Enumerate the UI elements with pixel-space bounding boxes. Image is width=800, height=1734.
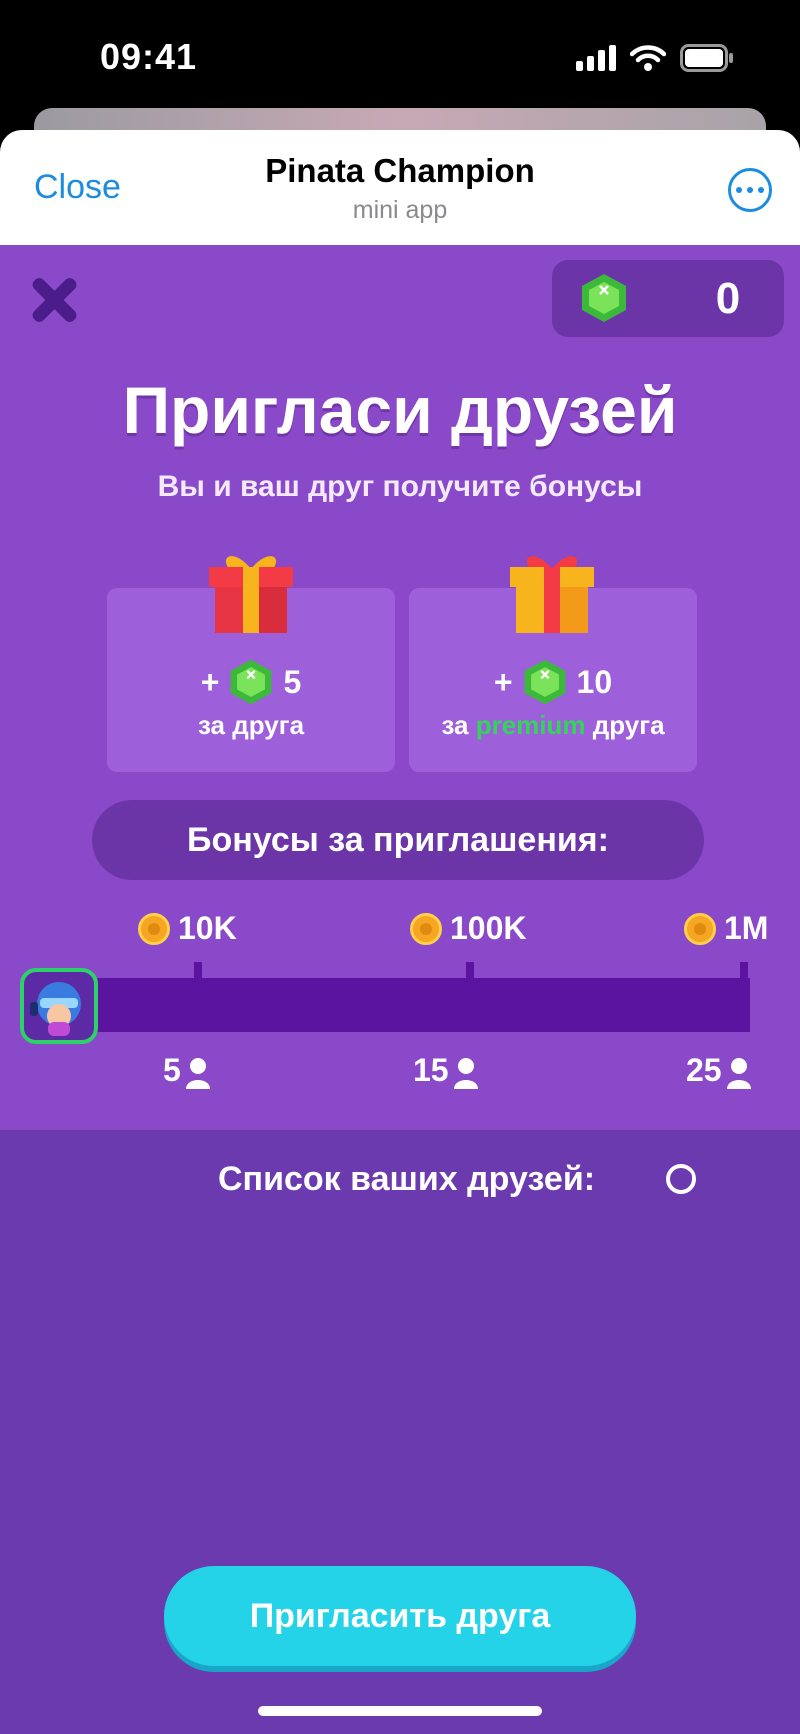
gem-balance: 0 xyxy=(552,260,784,337)
reward-line: + 10 xyxy=(409,656,697,708)
reward-amount: 5 xyxy=(283,663,302,700)
page-subtitle: Вы и ваш друг получите бонусы xyxy=(157,470,643,503)
caption-suffix: друга xyxy=(592,710,665,740)
person-icon xyxy=(453,1058,478,1089)
friend-count-value: 25 xyxy=(686,1052,722,1088)
caption-prefix: за xyxy=(441,710,469,740)
invite-friend-button[interactable]: Пригласить друга xyxy=(164,1566,636,1666)
gift-icon xyxy=(510,556,594,633)
reward-caption: за premium друга xyxy=(409,710,697,741)
wifi-icon xyxy=(630,45,666,71)
cellular-signal-icon xyxy=(576,45,616,71)
friend-count-value: 5 xyxy=(163,1052,181,1088)
app-subtitle: mini app xyxy=(352,196,448,224)
coin-icon xyxy=(684,912,716,945)
milestone-reward-value: 100K xyxy=(450,910,527,946)
milestone-friends-2: 15 xyxy=(413,1052,479,1089)
invite-bonuses-header: Бонусы за приглашения: xyxy=(92,800,704,880)
plus-sign: + xyxy=(200,663,220,700)
gem-icon xyxy=(524,659,565,705)
battery-icon xyxy=(680,44,733,72)
gem-icon xyxy=(231,659,272,705)
person-icon xyxy=(185,1058,210,1089)
gem-icon xyxy=(582,274,626,322)
status-icons xyxy=(576,44,734,72)
status-bar: 09:41 xyxy=(0,0,800,118)
person-icon xyxy=(726,1058,751,1089)
plus-sign: + xyxy=(493,663,513,700)
friend-count-value: 15 xyxy=(413,1052,449,1088)
invite-progress-bar xyxy=(92,978,750,1032)
mini-app-header: Close Pinata Champion mini app xyxy=(0,130,800,245)
milestone-reward-3: 1M xyxy=(684,910,768,947)
gift-icon xyxy=(209,556,293,633)
more-options-icon[interactable] xyxy=(728,168,772,212)
refresh-icon[interactable] xyxy=(666,1164,696,1194)
app-title: Pinata Champion xyxy=(265,152,535,189)
reward-caption: за друга xyxy=(197,710,305,740)
player-avatar xyxy=(20,968,98,1044)
friends-list-title: Список ваших друзей: xyxy=(218,1160,596,1198)
status-time: 09:41 xyxy=(100,36,198,77)
milestone-friends-3: 25 xyxy=(686,1052,752,1089)
milestone-reward-value: 10K xyxy=(178,910,237,946)
milestone-reward-2: 100K xyxy=(410,910,527,947)
milestone-friends-1: 5 xyxy=(163,1052,211,1089)
avatar-icon xyxy=(30,982,81,1036)
reward-line: + 5 xyxy=(107,656,395,708)
milestone-reward-1: 10K xyxy=(138,910,237,947)
home-indicator[interactable] xyxy=(258,1706,542,1716)
milestone-reward-value: 1M xyxy=(724,910,769,946)
coin-icon xyxy=(410,912,442,945)
reward-amount: 10 xyxy=(576,663,613,700)
premium-label: premium xyxy=(475,710,586,740)
coin-icon xyxy=(138,912,170,945)
gem-balance-value: 0 xyxy=(715,274,741,323)
page-title: Пригласи друзей xyxy=(122,373,678,447)
close-icon[interactable] xyxy=(28,274,80,326)
